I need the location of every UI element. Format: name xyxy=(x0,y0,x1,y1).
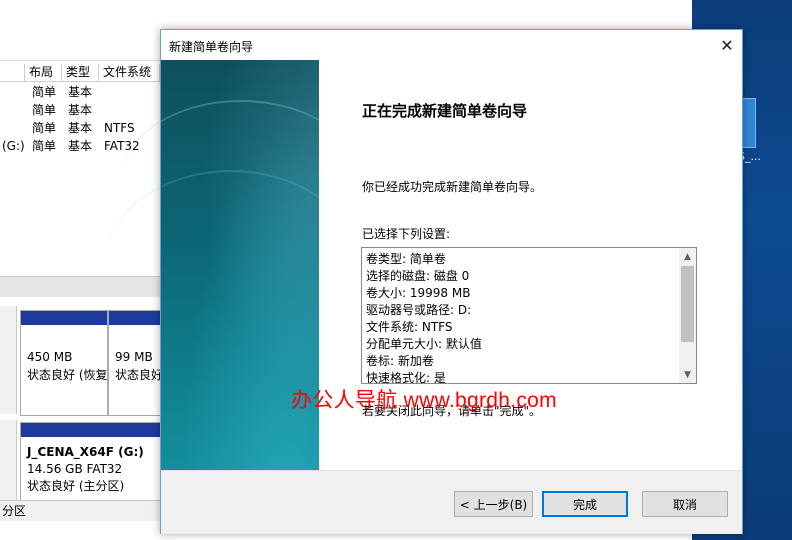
scroll-thumb[interactable] xyxy=(681,266,694,342)
volume-type: 基本 xyxy=(68,85,93,99)
back-button[interactable]: < 上一步(B) xyxy=(454,491,533,517)
scroll-up-button[interactable]: ▲ xyxy=(679,248,696,265)
partition-size: 450 MB xyxy=(27,350,73,364)
volume-layout: 简单 xyxy=(32,103,57,117)
partition-recovery[interactable]: 450 MB 状态良好 (恢复 xyxy=(20,310,108,416)
partition-size: 99 MB xyxy=(115,350,153,364)
legend-label: 分区 xyxy=(2,504,27,518)
volume-type: 基本 xyxy=(68,121,93,135)
partition-status: 状态良好 (恢复 xyxy=(27,368,108,382)
partition-cap xyxy=(21,311,107,325)
dialog-footer: < 上一步(B) 完成 取消 xyxy=(161,470,742,534)
list-item: 卷大小: 19998 MB xyxy=(366,286,471,300)
list-item: 选择的磁盘: 磁盘 0 xyxy=(366,269,470,283)
partition-cap xyxy=(21,423,169,437)
column-header-filesystem[interactable]: 文件系统 xyxy=(99,64,160,82)
list-item: 文件系统: NTFS xyxy=(366,320,453,334)
menu-bar xyxy=(0,0,692,31)
wizard-heading: 正在完成新建简单卷向导 xyxy=(362,102,528,120)
cancel-button[interactable]: 取消 xyxy=(642,491,728,517)
list-item: 驱动器号或路径: D: xyxy=(366,303,472,317)
volume-layout: 简单 xyxy=(32,85,57,99)
watermark: 办公人导航 www.bgrdh.com xyxy=(291,389,557,412)
dialog-titlebar[interactable]: 新建简单卷向导 ✕ xyxy=(161,30,742,60)
table-row[interactable]: 简单 基本 xyxy=(0,101,160,119)
disk-0-label[interactable] xyxy=(0,306,17,414)
dialog-title: 新建简单卷向导 xyxy=(169,40,254,54)
chevron-up-icon: ▲ xyxy=(684,251,691,262)
success-message: 你已经成功完成新建简单卷向导。 xyxy=(362,180,543,194)
chevron-down-icon: ▼ xyxy=(684,369,691,380)
scroll-down-button[interactable]: ▼ xyxy=(679,366,696,383)
column-header-layout[interactable]: 布局 xyxy=(25,64,62,82)
finish-button[interactable]: 完成 xyxy=(542,491,628,517)
volume-table-header: 布局 类型 文件系统 xyxy=(0,64,160,82)
volume-type: 基本 xyxy=(68,103,93,117)
table-row[interactable]: 简单 基本 xyxy=(0,83,160,101)
list-item: 卷标: 新加卷 xyxy=(366,354,434,368)
volume-name: (G:) xyxy=(2,139,25,153)
volume-fs: NTFS xyxy=(104,121,135,135)
volume-layout: 简单 xyxy=(32,139,57,153)
close-button[interactable]: ✕ xyxy=(712,30,742,60)
settings-list[interactable]: 卷类型: 简单卷 选择的磁盘: 磁盘 0 卷大小: 19998 MB 驱动器号或… xyxy=(361,247,697,384)
legend-bar: 分区 xyxy=(0,500,160,521)
new-simple-volume-wizard: 新建简单卷向导 ✕ 正在完成新建简单卷向导 你已经成功完成新建简单卷向导。 已选… xyxy=(101,29,743,534)
partition-status: 状态良好 (主分区) xyxy=(27,479,125,493)
column-header-type[interactable]: 类型 xyxy=(62,64,99,82)
header-spacer xyxy=(0,64,25,82)
list-item: 分配单元大小: 默认值 xyxy=(366,337,482,351)
partition-size: 14.56 GB FAT32 xyxy=(27,462,123,476)
settings-label: 已选择下列设置: xyxy=(362,227,451,241)
partition-name: J_CENA_X64F (G:) xyxy=(27,445,144,459)
partition-status: 状态良好 xyxy=(115,368,164,382)
table-row[interactable]: 简单 基本 NTFS xyxy=(0,119,160,137)
list-item: 快速格式化: 是 xyxy=(366,371,446,384)
list-item: 卷类型: 简单卷 xyxy=(366,252,446,266)
volume-type: 基本 xyxy=(68,139,93,153)
volume-layout: 简单 xyxy=(32,121,57,135)
disk-1-label[interactable] xyxy=(0,420,17,504)
close-icon: ✕ xyxy=(720,35,734,55)
settings-lines: 卷类型: 简单卷 选择的磁盘: 磁盘 0 卷大小: 19998 MB 驱动器号或… xyxy=(366,251,678,384)
settings-scrollbar[interactable]: ▲ ▼ xyxy=(679,248,696,383)
partition-usb[interactable]: J_CENA_X64F (G:) 14.56 GB FAT32 状态良好 (主分… xyxy=(20,422,170,506)
